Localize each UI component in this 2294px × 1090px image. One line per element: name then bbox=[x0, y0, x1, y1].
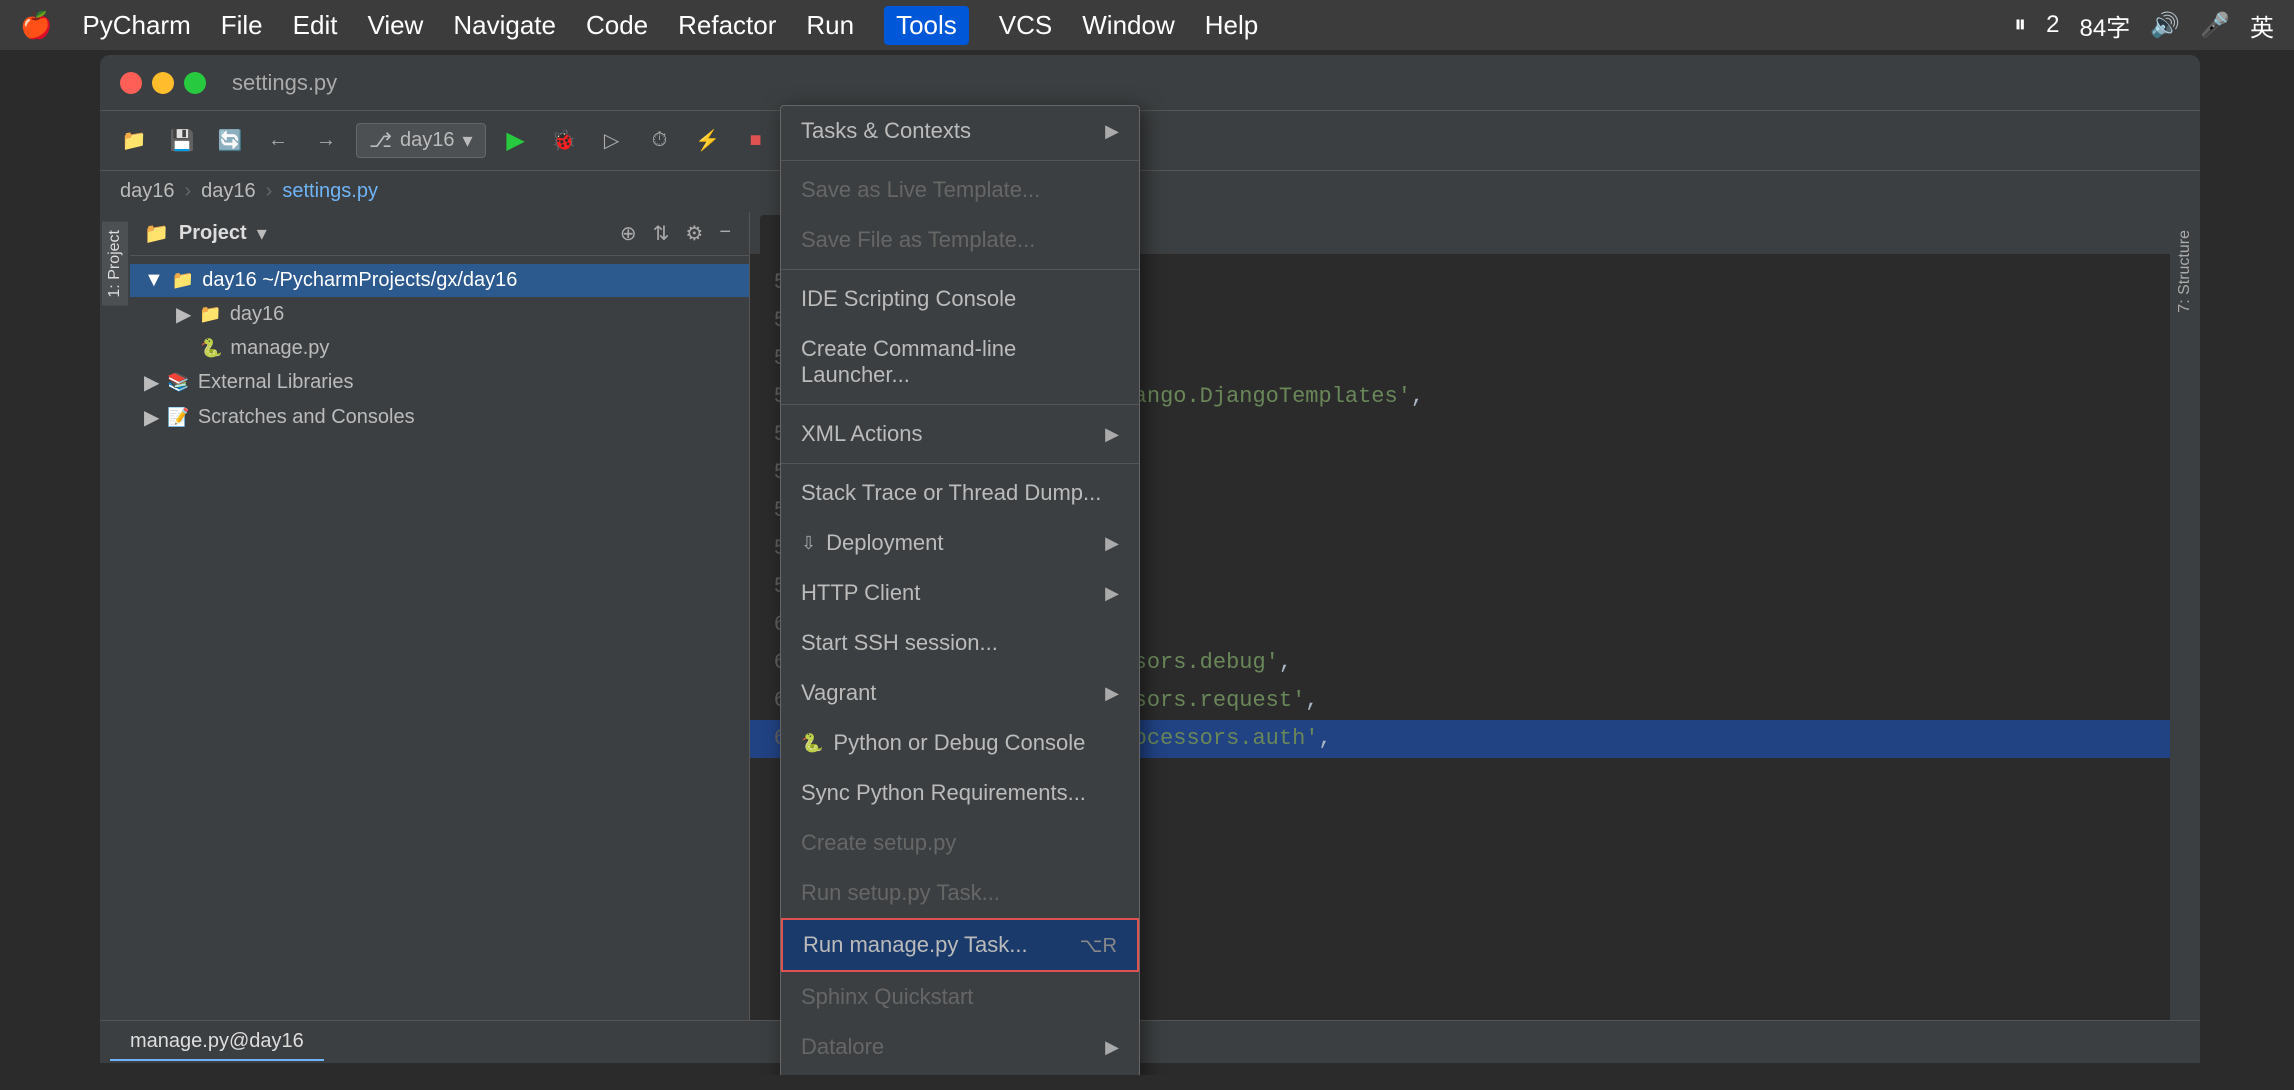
menu-item-tasks-contexts[interactable]: Tasks & Contexts ▶ bbox=[781, 106, 1139, 156]
notification-count: 2 bbox=[2046, 11, 2059, 39]
divider-3 bbox=[781, 404, 1139, 405]
stack-trace-label: Stack Trace or Thread Dump... bbox=[801, 480, 1101, 506]
mac-menubar: 🍎 PyCharm File Edit View Navigate Code R… bbox=[0, 0, 2294, 50]
menu-item-ide-scripting[interactable]: IDE Scripting Console bbox=[781, 274, 1139, 324]
deployment-arrow-icon: ▶ bbox=[1105, 533, 1119, 554]
edit-menu[interactable]: Edit bbox=[293, 10, 338, 41]
char-count: 84字 bbox=[2080, 8, 2131, 43]
speaker-icon: 🔊 bbox=[2150, 11, 2180, 40]
menu-item-create-setup: Create setup.py bbox=[781, 818, 1139, 868]
divider-1 bbox=[781, 160, 1139, 161]
datalore-label: Datalore bbox=[801, 1034, 884, 1060]
sync-python-label: Sync Python Requirements... bbox=[801, 780, 1086, 806]
datalore-arrow-icon: ▶ bbox=[1105, 1037, 1119, 1058]
deployment-label: Deployment bbox=[826, 530, 943, 556]
menu-item-sync-python[interactable]: Sync Python Requirements... bbox=[781, 768, 1139, 818]
menu-item-gae[interactable]: Google App Engine ▶ bbox=[781, 1072, 1139, 1075]
deployment-icon: ⇩ bbox=[801, 533, 816, 554]
divider-2 bbox=[781, 269, 1139, 270]
create-setup-label: Create setup.py bbox=[801, 830, 956, 856]
language-indicator: 英 bbox=[2250, 8, 2274, 43]
vagrant-arrow-icon: ▶ bbox=[1105, 683, 1119, 704]
pycharm-window: settings.py 📁 💾 🔄 ← → ⎇ day16 ▾ ▶ 🐞 ▷ ⏱ … bbox=[100, 55, 2200, 1075]
menu-item-deployment[interactable]: ⇩ Deployment ▶ bbox=[781, 518, 1139, 568]
menu-item-python-console[interactable]: 🐍 Python or Debug Console bbox=[781, 718, 1139, 768]
save-live-label: Save as Live Template... bbox=[801, 177, 1040, 203]
python-console-icon: 🐍 bbox=[801, 733, 823, 754]
view-menu[interactable]: View bbox=[367, 10, 423, 41]
run-manage-shortcut: ⌥R bbox=[1080, 933, 1118, 958]
xml-arrow-icon: ▶ bbox=[1105, 424, 1119, 445]
python-console-label: Python or Debug Console bbox=[833, 730, 1085, 756]
xml-actions-label: XML Actions bbox=[801, 421, 922, 447]
ide-scripting-label: IDE Scripting Console bbox=[801, 286, 1016, 312]
menu-item-stack-trace[interactable]: Stack Trace or Thread Dump... bbox=[781, 468, 1139, 518]
mic-icon: 🎤 bbox=[2200, 11, 2230, 40]
navigate-menu[interactable]: Navigate bbox=[453, 10, 556, 41]
code-menu[interactable]: Code bbox=[586, 10, 648, 41]
menu-item-save-live: Save as Live Template... bbox=[781, 165, 1139, 215]
tools-dropdown-menu: Tasks & Contexts ▶ Save as Live Template… bbox=[780, 105, 1140, 1075]
menu-item-ssh[interactable]: Start SSH session... bbox=[781, 618, 1139, 668]
tasks-arrow-icon: ▶ bbox=[1105, 121, 1119, 142]
menu-item-datalore: Datalore ▶ bbox=[781, 1022, 1139, 1072]
file-menu[interactable]: File bbox=[221, 10, 263, 41]
window-menu[interactable]: Window bbox=[1082, 10, 1174, 41]
pause-icon: ⏸ bbox=[2014, 11, 2026, 39]
menu-item-save-file: Save File as Template... bbox=[781, 215, 1139, 265]
menu-item-http-client[interactable]: HTTP Client ▶ bbox=[781, 568, 1139, 618]
http-client-label: HTTP Client bbox=[801, 580, 920, 606]
menu-item-sphinx: Sphinx Quickstart bbox=[781, 972, 1139, 1022]
menu-item-run-manage[interactable]: Run manage.py Task... ⌥R bbox=[781, 918, 1139, 972]
vcs-menu[interactable]: VCS bbox=[999, 10, 1052, 41]
run-setup-label: Run setup.py Task... bbox=[801, 880, 1000, 906]
menu-item-run-setup: Run setup.py Task... bbox=[781, 868, 1139, 918]
menu-item-vagrant[interactable]: Vagrant ▶ bbox=[781, 668, 1139, 718]
tools-menu[interactable]: Tools bbox=[884, 6, 969, 45]
refactor-menu[interactable]: Refactor bbox=[678, 10, 776, 41]
system-tray: ⏸ 2 84字 🔊 🎤 英 bbox=[2014, 8, 2274, 43]
help-menu[interactable]: Help bbox=[1205, 10, 1258, 41]
menu-item-xml-actions[interactable]: XML Actions ▶ bbox=[781, 409, 1139, 459]
menu-item-create-launcher[interactable]: Create Command-line Launcher... bbox=[781, 324, 1139, 400]
ssh-label: Start SSH session... bbox=[801, 630, 998, 656]
http-arrow-icon: ▶ bbox=[1105, 583, 1119, 604]
run-menu[interactable]: Run bbox=[806, 10, 854, 41]
menu-overlay: Tasks & Contexts ▶ Save as Live Template… bbox=[100, 55, 2200, 1075]
save-file-label: Save File as Template... bbox=[801, 227, 1035, 253]
divider-4 bbox=[781, 463, 1139, 464]
sphinx-label: Sphinx Quickstart bbox=[801, 984, 973, 1010]
run-manage-label: Run manage.py Task... bbox=[803, 932, 1028, 958]
vagrant-label: Vagrant bbox=[801, 680, 876, 706]
apple-icon[interactable]: 🍎 bbox=[20, 10, 52, 41]
create-launcher-label: Create Command-line Launcher... bbox=[801, 336, 1119, 388]
pycharm-menu[interactable]: PyCharm bbox=[82, 10, 190, 41]
tasks-label: Tasks & Contexts bbox=[801, 118, 971, 144]
